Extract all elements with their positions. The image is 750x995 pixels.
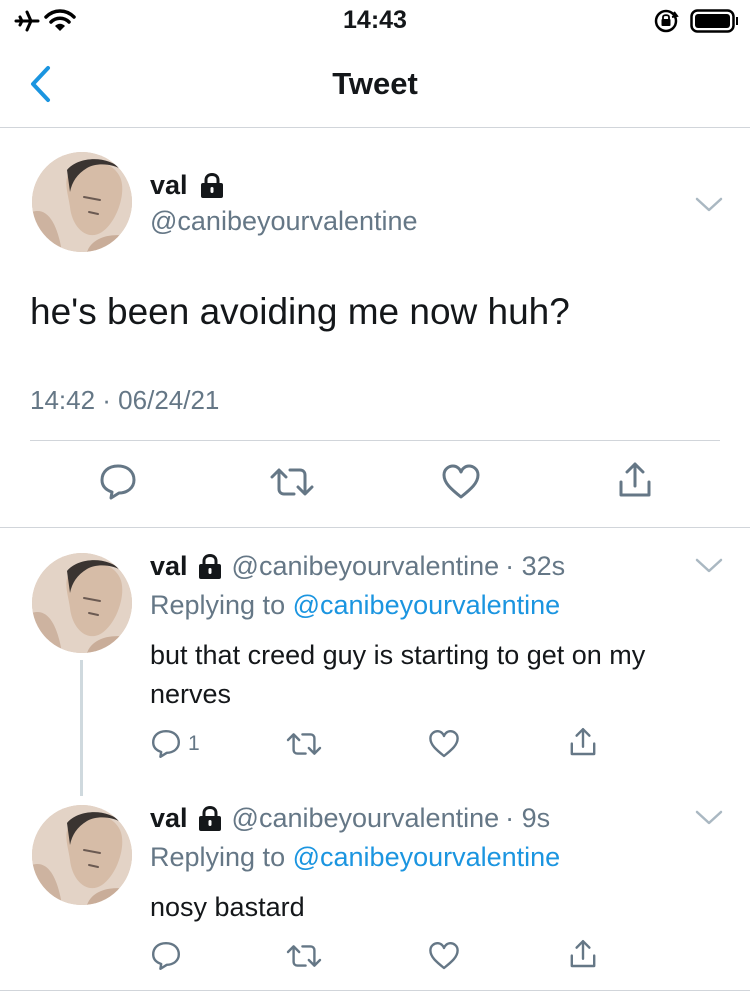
replying-to: Replying to @canibeyourvalentine [150,842,560,873]
mention-link[interactable]: @canibeyourvalentine [293,590,561,620]
like-icon [441,462,481,502]
reply-header[interactable]: val @canibeyourvalentine · 9s [150,803,550,834]
reply-icon [98,462,138,502]
nav-divider [0,127,750,128]
lock-icon [200,173,224,199]
display-name: val [150,170,188,200]
tweet-divider [30,440,720,441]
reply-button[interactable]: 1 [150,728,200,760]
chevron-down-icon[interactable] [694,196,724,214]
like-button[interactable] [441,462,481,502]
share-icon [567,726,599,758]
share-button[interactable] [567,726,599,758]
reply-count: 1 [188,732,200,755]
retweet-button[interactable] [270,462,314,502]
avatar[interactable] [32,553,132,653]
like-button[interactable] [428,940,460,972]
bottom-divider [0,990,750,991]
main-tweet-author[interactable]: val [150,170,224,201]
tweet-text: he's been avoiding me now huh? [30,291,570,332]
handle: @canibeyourvalentine [231,551,500,581]
replying-prefix: Replying to [150,842,286,872]
retweet-icon [286,728,322,760]
section-divider [0,527,750,528]
avatar[interactable] [32,152,132,252]
reply-icon [150,940,182,972]
retweet-button[interactable] [286,728,322,760]
handle: @canibeyourvalentine [150,206,418,236]
share-button[interactable] [615,460,655,500]
reply-text: nosy bastard [150,892,305,922]
avatar[interactable] [32,805,132,905]
battery-icon [690,9,740,33]
chevron-down-icon[interactable] [694,557,724,575]
retweet-button[interactable] [286,940,322,972]
reply-button[interactable] [98,462,138,502]
display-name: val [150,803,188,833]
replying-to: Replying to @canibeyourvalentine [150,590,560,621]
like-button[interactable] [428,728,460,760]
retweet-icon [270,462,314,502]
lock-icon [198,554,222,580]
page-title: Tweet [332,66,418,101]
chevron-down-icon[interactable] [694,809,724,827]
lock-icon [198,806,222,832]
share-icon [615,460,655,500]
mention-link[interactable]: @canibeyourvalentine [293,842,561,872]
like-icon [428,728,460,760]
replying-prefix: Replying to [150,590,286,620]
rotation-lock-icon [652,8,682,34]
tweet-timestamp: 14:42 · 06/24/21 [30,385,220,415]
handle: @canibeyourvalentine [231,803,500,833]
like-icon [428,940,460,972]
reply-header[interactable]: val @canibeyourvalentine · 32s [150,551,565,582]
status-time: 14:43 [343,6,407,34]
display-name: val [150,551,188,581]
thread-line [80,660,83,796]
share-button[interactable] [567,938,599,970]
reply-time: · 9s [505,803,551,833]
reply-text: but that creed guy is starting to get on… [150,640,646,709]
reply-button[interactable] [150,940,182,972]
reply-time: · 32s [505,551,566,581]
retweet-icon [286,940,322,972]
share-icon [567,938,599,970]
reply-icon [150,728,182,760]
